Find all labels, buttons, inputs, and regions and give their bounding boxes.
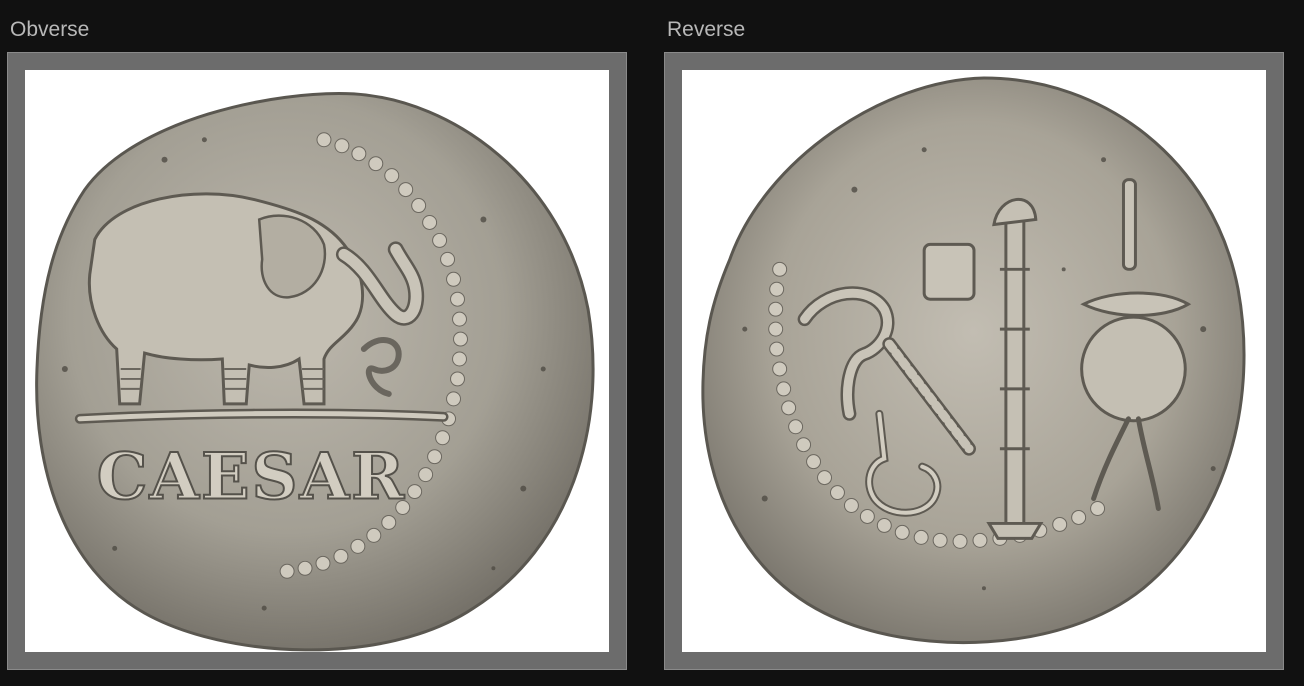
elephant-coin-icon: CAESAR [35, 92, 595, 652]
reverse-panel: Reverse [664, 0, 1284, 686]
obverse-legend: CAESAR [97, 440, 406, 515]
reverse-label: Reverse [667, 18, 746, 41]
obverse-label: Obverse [10, 18, 90, 41]
obverse-image[interactable]: CAESAR [25, 70, 609, 652]
reverse-frame [664, 52, 1284, 670]
obverse-panel: Obverse CAESAR [7, 0, 627, 686]
reverse-image[interactable] [682, 70, 1266, 652]
priestly-implements-coin-icon [701, 76, 1246, 645]
coin-viewer: Obverse CAESAR Reverse [0, 0, 1304, 686]
obverse-frame: CAESAR [7, 52, 627, 670]
